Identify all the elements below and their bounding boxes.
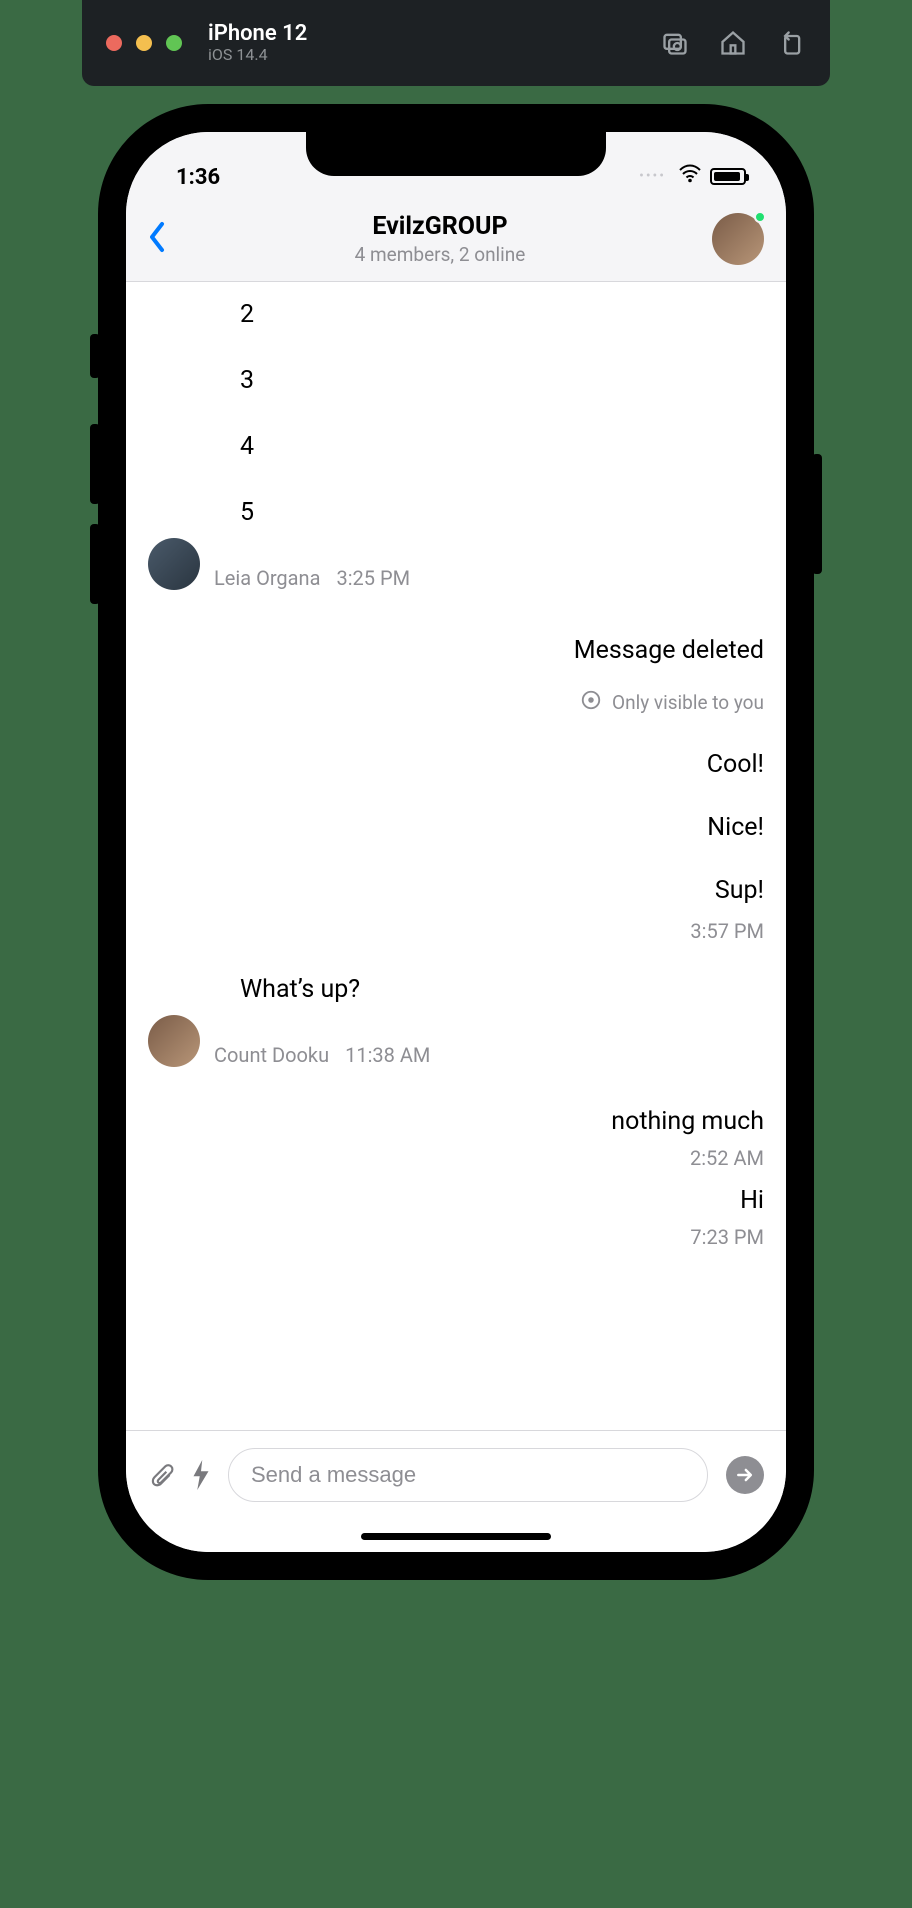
message-in[interactable]: 2 <box>240 300 254 330</box>
composer <box>126 1430 786 1518</box>
simulator-titlebar: iPhone 12 iOS 14.4 <box>82 0 830 86</box>
message-time: 11:38 AM <box>345 1043 430 1067</box>
phone-side-button <box>90 424 100 504</box>
eye-icon <box>580 689 602 716</box>
message-time: 2:52 AM <box>690 1146 764 1170</box>
sender-avatar-dooku[interactable] <box>148 1015 200 1067</box>
message-in[interactable]: 5 <box>240 498 254 528</box>
message-out[interactable]: Cool! <box>707 750 764 779</box>
notch <box>306 132 606 176</box>
send-button[interactable] <box>726 1456 764 1494</box>
message-in[interactable]: What’s up? <box>214 975 360 1005</box>
phone-frame: 1:36 •••• EvilzGROUP 4 members, 2 online <box>98 104 814 1580</box>
phone-side-button <box>812 454 822 574</box>
message-out[interactable]: Hi <box>740 1186 764 1215</box>
statusbar-time: 1:36 <box>176 165 220 190</box>
phone-side-button <box>90 334 100 378</box>
screenshot-icon[interactable] <box>660 28 690 58</box>
chat-header: EvilzGROUP 4 members, 2 online <box>126 196 786 282</box>
close-window-dot[interactable] <box>106 35 122 51</box>
commands-icon[interactable] <box>192 1460 210 1490</box>
attachment-icon[interactable] <box>148 1460 174 1490</box>
message-time: 3:57 PM <box>690 919 764 943</box>
chat-title: EvilzGROUP <box>168 212 712 241</box>
message-out[interactable]: Sup! <box>715 876 764 905</box>
message-in[interactable]: 3 <box>240 366 254 396</box>
chat-subtitle: 4 members, 2 online <box>168 243 712 266</box>
minimize-window-dot[interactable] <box>136 35 152 51</box>
message-time: 3:25 PM <box>336 566 410 590</box>
message-out[interactable]: nothing much <box>611 1107 764 1136</box>
sender-name: Leia Organa <box>214 566 320 590</box>
message-in[interactable]: 4 <box>240 432 254 462</box>
visibility-note: Only visible to you <box>612 691 764 714</box>
simulator-os: iOS 14.4 <box>208 46 307 64</box>
rotate-icon[interactable] <box>776 28 806 58</box>
message-time: 7:23 PM <box>690 1225 764 1249</box>
back-button[interactable] <box>148 221 168 257</box>
fullscreen-window-dot[interactable] <box>166 35 182 51</box>
window-controls <box>106 35 182 51</box>
home-icon[interactable] <box>718 28 748 58</box>
sender-avatar-leia[interactable] <box>148 538 200 590</box>
simulator-device: iPhone 12 <box>208 22 307 46</box>
wifi-icon <box>678 162 702 190</box>
battery-icon <box>710 168 746 185</box>
message-input[interactable] <box>228 1448 708 1502</box>
phone-side-button <box>90 524 100 604</box>
deleted-message[interactable]: Message deleted <box>574 636 764 665</box>
chat-scroll[interactable]: 2 3 4 5 Leia Organa 3:25 PM Message dele <box>126 282 786 1430</box>
message-out[interactable]: Nice! <box>707 813 764 842</box>
cellular-dots-icon: •••• <box>639 168 666 184</box>
sender-name: Count Dooku <box>214 1043 329 1067</box>
presence-indicator <box>754 211 766 223</box>
chat-avatar[interactable] <box>712 213 764 265</box>
home-indicator[interactable] <box>361 1533 551 1540</box>
